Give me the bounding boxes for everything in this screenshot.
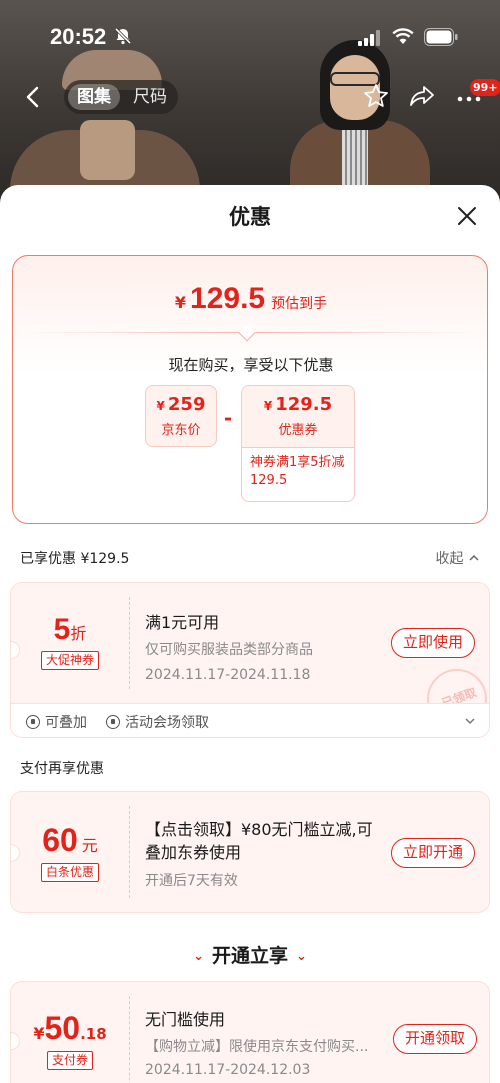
price-summary-card: ¥129.5 预估到手 现在购买，享受以下优惠 ¥259 京东价 - ¥129.5…	[12, 255, 488, 524]
stackable-label: 可叠加	[45, 715, 87, 731]
coupon-unit: 折	[70, 624, 87, 643]
coupon-tag: 大促神券	[40, 651, 99, 670]
minus-sign: -	[223, 406, 233, 430]
tab-images[interactable]: 图集	[68, 84, 120, 110]
pay-section-row: 支付再享优惠	[20, 758, 480, 782]
final-price: 129.5	[190, 282, 266, 315]
coupon-desc: 【购物立减】限使用京东支付购买...	[145, 1039, 369, 1055]
chevron-down-icon: ⌄	[296, 949, 307, 964]
back-icon[interactable]	[20, 82, 46, 112]
coupon-title: 【点击领取】¥80无门槛立减,可叠加东券使用	[145, 820, 373, 862]
open-benefits-label: 开通立享	[211, 945, 288, 967]
activate-now-button[interactable]: 立即开通	[391, 838, 475, 868]
coupon-unit: 元	[81, 836, 98, 855]
wifi-icon	[392, 28, 414, 44]
status-bar: 20:52	[0, 0, 500, 74]
open-benefits-title: ⌄ 开通立享 ⌄	[0, 941, 500, 968]
use-now-button[interactable]: 立即使用	[391, 628, 475, 658]
venue-icon	[106, 715, 120, 729]
jd-price-yen: ¥	[156, 399, 165, 413]
source-label: 活动会场领取	[125, 715, 209, 731]
chevron-down-icon: ⌄	[193, 949, 204, 964]
enjoyed-discount-row: 已享优惠 ¥129.5 收起	[20, 548, 480, 572]
stackable-prop: 可叠加	[26, 712, 87, 732]
final-price-note: 预估到手	[271, 296, 328, 312]
coupon-yen: ¥	[33, 1024, 45, 1043]
bell-off-icon	[114, 27, 132, 45]
coupon-value-block: ¥50.18 支付券	[11, 982, 129, 1083]
status-time: 20:52	[50, 24, 107, 49]
coupon-discount-label: 优惠券	[278, 423, 318, 438]
jd-price-box: ¥259 京东价	[145, 385, 217, 447]
summary-subtitle: 现在购买，享受以下优惠	[168, 356, 334, 374]
sheet-title: 优惠	[229, 205, 271, 229]
collapse-button[interactable]: 收起	[436, 548, 480, 568]
coupon-amount: 50	[44, 1010, 81, 1046]
battery-icon	[424, 28, 458, 46]
chevron-down-icon[interactable]	[464, 715, 476, 727]
coupon-details: 无门槛使用 【购物立减】限使用京东支付购买... 2024.11.17-2024…	[145, 982, 377, 1078]
jd-price-label: 京东价	[161, 423, 201, 438]
coupon-tag: 白条优惠	[40, 863, 99, 882]
source-prop: 活动会场领取	[106, 712, 209, 732]
coupon-value-block: 5折 大促神券	[11, 583, 129, 703]
close-icon[interactable]	[456, 205, 478, 227]
model-left-neck	[80, 120, 135, 180]
coupon-tag: 支付券	[46, 1051, 93, 1070]
coupon-discount-yen: ¥	[263, 399, 273, 413]
coupon-card-baitiao: 60 元 白条优惠 【点击领取】¥80无门槛立减,可叠加东券使用 开通后7天有效 …	[10, 791, 490, 913]
chevron-up-icon	[469, 554, 479, 561]
stackable-icon	[26, 715, 40, 729]
coupon-desc: 开通后7天有效	[145, 873, 238, 889]
coupon-validity: 2024.11.17-2024.12.03	[145, 1062, 311, 1078]
coupon-card-pay: ¥50.18 支付券 无门槛使用 【购物立减】限使用京东支付购买... 2024…	[10, 981, 490, 1083]
coupon-discount-value: 129.5	[275, 394, 333, 415]
currency-symbol: ¥	[174, 293, 187, 312]
notification-badge: 99+	[470, 79, 500, 96]
coupon-separator	[129, 806, 130, 898]
coupon-discount-desc: 神券满1享5折减129.5	[250, 455, 345, 488]
star-icon[interactable]	[363, 83, 389, 109]
coupon-title: 无门槛使用	[145, 1010, 226, 1029]
coupon-decimal: .18	[80, 1025, 107, 1043]
coupon-value-block: 60 元 白条优惠	[11, 792, 129, 912]
coupon-details: 【点击领取】¥80无门槛立减,可叠加东券使用 开通后7天有效	[145, 792, 377, 890]
enjoyed-discount-label: 已享优惠 ¥129.5	[20, 551, 130, 567]
coupon-discount-box: ¥129.5 优惠券 神券满1享5折减129.5	[241, 385, 355, 502]
share-icon[interactable]	[409, 83, 435, 109]
coupon-properties: 可叠加 活动会场领取	[26, 712, 482, 734]
signal-icon	[358, 30, 380, 46]
coupon-amount: 60	[42, 822, 78, 858]
coupon-separator	[129, 996, 130, 1083]
coupon-amount: 5	[53, 613, 71, 646]
estimated-price: ¥129.5 预估到手	[13, 282, 489, 316]
promotion-sheet: 优惠 ¥129.5 预估到手 现在购买，享受以下优惠 ¥259 京东价 - ¥12…	[0, 185, 500, 1083]
activate-claim-button[interactable]: 开通领取	[393, 1024, 477, 1054]
tab-size[interactable]: 尺码	[128, 84, 172, 110]
product-nav-bar: 图集 尺码 99+	[0, 74, 500, 120]
summary-divider-notch	[238, 324, 256, 342]
collapse-label: 收起	[435, 551, 464, 567]
jd-price-value: 259	[167, 394, 206, 415]
pay-section-label: 支付再享优惠	[20, 761, 104, 777]
coupon-separator	[129, 597, 130, 689]
